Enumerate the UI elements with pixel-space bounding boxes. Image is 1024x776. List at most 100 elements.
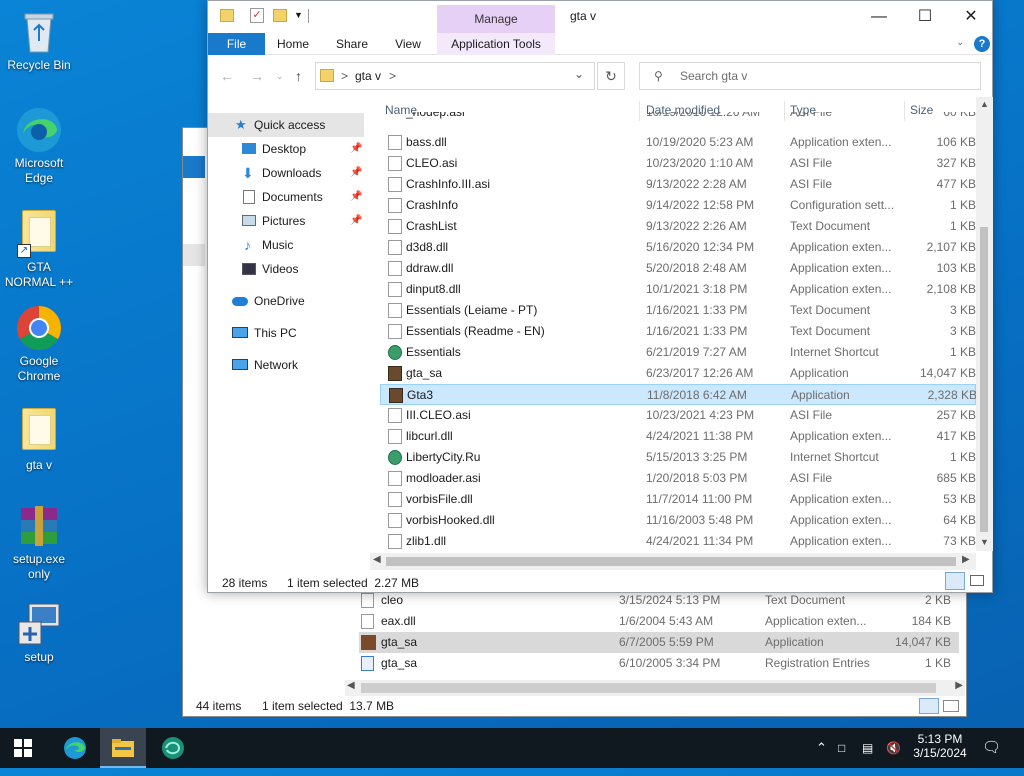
file-row[interactable]: III.CLEO.asi 10/23/2021 4:23 PM ASI File 25… <box>380 405 976 426</box>
customize-qat-icon[interactable]: ▼ <box>294 10 303 20</box>
file-row-partial[interactable]: _nodep.asi 10/19/2016 12:26 AM ASI File … <box>380 112 976 123</box>
file-type: Application exten... <box>790 513 892 527</box>
file-row[interactable]: Essentials 6/21/2019 7:27 AM Internet Shor… <box>380 342 976 363</box>
help-icon[interactable]: ? <box>974 36 990 52</box>
tab-view[interactable]: View <box>388 33 428 55</box>
properties-icon[interactable]: ✓ <box>250 8 264 23</box>
file-row[interactable]: bass.dll 10/19/2020 5:23 AM Application ex… <box>380 132 976 153</box>
search-input[interactable]: ⚲ Search gta v <box>639 62 981 90</box>
tab-home[interactable]: Home <box>273 33 313 55</box>
network-tray-icon[interactable]: □ <box>838 728 845 768</box>
vertical-scrollbar[interactable]: ▲ ▼ <box>976 97 993 551</box>
nav-onedrive[interactable]: OneDrive <box>208 289 370 313</box>
large-icons-view-icon[interactable] <box>943 700 959 712</box>
ethernet-icon[interactable]: ▤ <box>862 728 873 768</box>
pin-icon[interactable]: 📌 <box>350 209 362 233</box>
breadcrumb-gta-v[interactable]: gta v <box>355 69 381 83</box>
back-arrow-icon[interactable]: ← <box>220 68 234 84</box>
scroll-up-icon[interactable]: ▲ <box>980 99 989 109</box>
taskbar-file-explorer[interactable] <box>100 728 146 768</box>
volume-muted-icon[interactable]: 🔇 <box>886 728 901 768</box>
file-row[interactable]: d3d8.dll 5/16/2020 12:34 PM Application ex… <box>380 237 976 258</box>
pin-icon[interactable]: 📌 <box>350 161 362 185</box>
scroll-left-icon[interactable]: ◀ <box>347 680 355 691</box>
file-type: Application <box>791 388 850 402</box>
new-folder-icon[interactable] <box>273 9 287 22</box>
file-row[interactable]: CrashList 9/13/2022 2:26 AM Text Document 1… <box>380 216 976 237</box>
minimize-button[interactable]: — <box>856 1 902 32</box>
horizontal-scrollbar[interactable]: ◀ ▶ <box>345 680 965 696</box>
horizontal-scrollbar[interactable]: ◀ ▶ <box>370 553 976 570</box>
file-row[interactable]: CrashInfo.III.asi 9/13/2022 2:28 AM ASI Fi… <box>380 174 976 195</box>
file-row[interactable]: CrashInfo 9/14/2022 12:58 PM Configuration… <box>380 195 976 216</box>
nav-videos[interactable]: Videos <box>208 257 370 281</box>
file-type-icon <box>388 534 402 549</box>
nav-desktop[interactable]: Desktop 📌 <box>208 137 370 161</box>
up-arrow-icon[interactable]: ↑ <box>295 68 302 84</box>
file-row[interactable]: vorbisHooked.dll 11/16/2003 5:48 PM Applic… <box>380 510 976 531</box>
file-row[interactable]: ddraw.dll 5/20/2018 2:48 AM Application ex… <box>380 258 976 279</box>
scroll-right-icon[interactable]: ▶ <box>962 554 970 565</box>
scroll-right-icon[interactable]: ▶ <box>955 680 963 691</box>
file-row-selected[interactable]: gta_sa 6/7/2005 5:59 PM Application 14,0… <box>359 632 959 653</box>
file-row[interactable]: Essentials (Leiame - PT) 1/16/2021 1:33 P… <box>380 300 976 321</box>
desktop-icon-chrome[interactable]: Google Chrome <box>2 304 76 384</box>
scroll-left-icon[interactable]: ◀ <box>373 554 381 565</box>
desktop-icon-gta-v[interactable]: gta v <box>2 404 76 473</box>
refresh-button[interactable]: ↻ <box>597 62 625 90</box>
taskbar-app[interactable] <box>150 728 196 768</box>
taskbar-edge[interactable] <box>52 728 98 768</box>
desktop-icon-gta-normal[interactable]: ↗ GTA NORMAL ++ <box>2 206 76 290</box>
notifications-icon[interactable]: 🗨 <box>982 728 1001 768</box>
maximize-button[interactable]: ☐ <box>902 1 948 32</box>
nav-quick-access[interactable]: ★ Quick access <box>208 113 364 137</box>
nav-documents[interactable]: Documents 📌 <box>208 185 370 209</box>
file-row[interactable]: gta_sa 6/23/2017 12:26 AM Application 14,04… <box>380 363 976 384</box>
nav-music[interactable]: ♪ Music <box>208 233 370 257</box>
file-name: LibertyCity.Ru <box>406 450 481 464</box>
tab-share[interactable]: Share <box>332 33 372 55</box>
file-row[interactable]: LibertyCity.Ru 5/15/2013 3:25 PM Internet … <box>380 447 976 468</box>
pin-icon[interactable]: 📌 <box>350 137 362 161</box>
close-button[interactable]: ✕ <box>948 1 994 32</box>
scroll-down-icon[interactable]: ▼ <box>980 537 989 547</box>
details-view-icon[interactable] <box>919 698 939 714</box>
pin-icon[interactable]: 📌 <box>350 185 362 209</box>
file-row[interactable]: Essentials (Readme - EN) 1/16/2021 1:33 P… <box>380 321 976 342</box>
forward-arrow-icon[interactable]: → <box>250 68 264 84</box>
details-view-icon[interactable] <box>945 572 965 590</box>
nav-pictures[interactable]: Pictures 📌 <box>208 209 370 233</box>
desktop-icon-setup-exe-only[interactable]: setup.exe only <box>2 502 76 582</box>
file-row[interactable]: vorbisFile.dll 11/7/2014 11:00 PM Applicat… <box>380 489 976 510</box>
explorer-window[interactable]: ✓ ▼ Manage gta v — ☐ ✕ File Home Share V… <box>207 0 993 593</box>
large-icons-view-icon[interactable] <box>970 575 984 586</box>
file-row[interactable]: libcurl.dll 4/24/2021 11:38 PM Application… <box>380 426 976 447</box>
desktop-icon-edge[interactable]: Microsoft Edge <box>2 106 76 186</box>
file-date: 11/7/2014 11:00 PM <box>646 492 753 506</box>
file-row-selected[interactable]: Gta3 11/8/2018 6:42 AM Application 2,328 KB <box>380 384 977 405</box>
file-row[interactable]: zlib1.dll 4/24/2021 11:34 PM Application e… <box>380 531 976 552</box>
address-dropdown-icon[interactable]: ⌄ <box>574 67 584 81</box>
file-row[interactable]: dinput8.dll 10/1/2021 3:18 PM Application … <box>380 279 976 300</box>
address-bar[interactable]: > gta v > ⌄ <box>315 62 595 90</box>
file-row[interactable]: modloader.asi 1/20/2018 5:03 PM ASI File 68… <box>380 468 976 489</box>
expand-ribbon-icon[interactable]: ⌄ <box>956 37 964 48</box>
file-row[interactable]: CLEO.asi 10/23/2020 1:10 AM ASI File 327 KB <box>380 153 976 174</box>
nav-downloads[interactable]: ⬇ Downloads 📌 <box>208 161 370 185</box>
file-size: 14,047 KB <box>919 366 976 380</box>
nav-network[interactable]: Network <box>208 353 370 377</box>
clock[interactable]: 5:13 PM 3/15/2024 <box>910 728 970 768</box>
recent-locations-icon[interactable]: ⌄ <box>276 71 284 82</box>
title-bar[interactable]: ✓ ▼ Manage gta v — ☐ ✕ <box>208 1 992 33</box>
desktop-icon-recycle-bin[interactable]: Recycle Bin <box>2 8 76 73</box>
tab-file[interactable]: File <box>208 33 265 55</box>
nav-this-pc[interactable]: This PC <box>208 321 370 345</box>
file-row[interactable]: eax.dll 1/6/2004 5:43 AM Application ext… <box>359 611 959 632</box>
tab-application-tools[interactable]: Application Tools <box>437 33 555 55</box>
file-row[interactable]: gta_sa 6/10/2005 3:34 PM Registration En… <box>359 653 959 674</box>
start-button[interactable] <box>0 728 46 768</box>
tab-manage[interactable]: Manage <box>437 5 555 33</box>
file-row[interactable]: cleo 3/15/2024 5:13 PM Text Document 2 K… <box>359 590 959 611</box>
desktop-icon-setup[interactable]: setup <box>2 600 76 665</box>
show-hidden-icons[interactable]: ⌃ <box>816 728 827 768</box>
